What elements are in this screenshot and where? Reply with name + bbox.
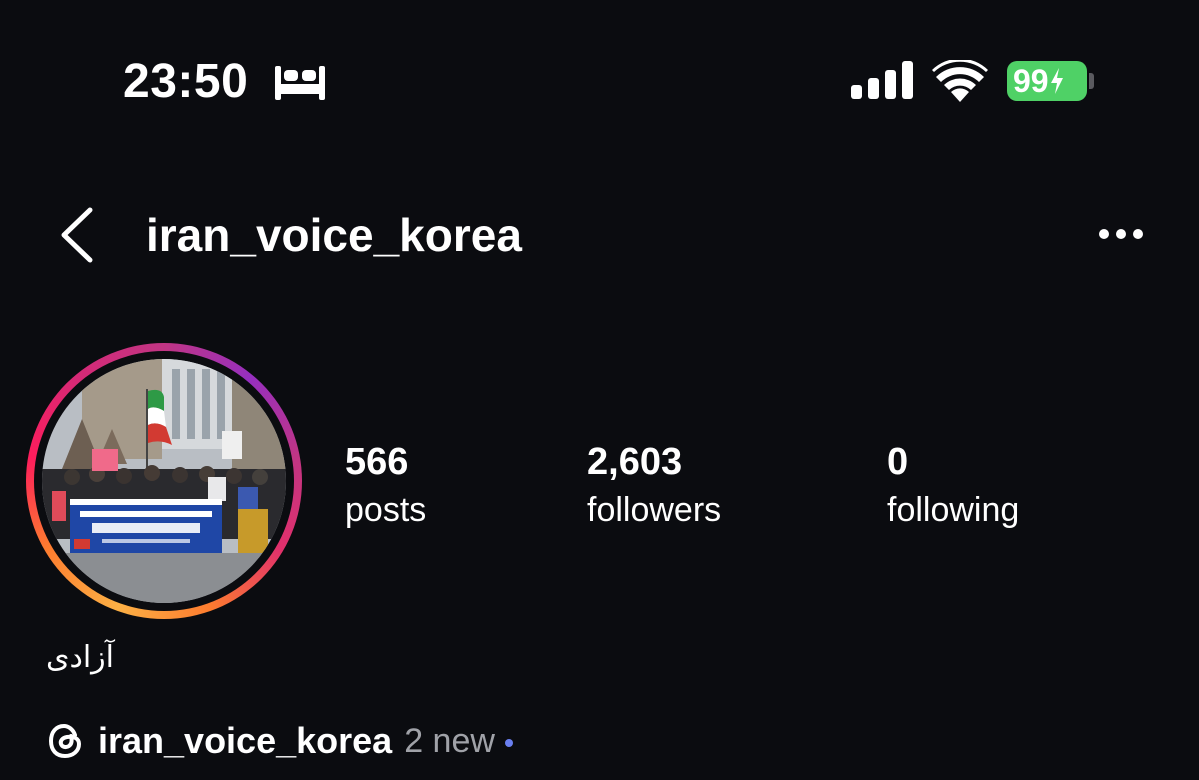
- battery-cap: [1089, 73, 1094, 89]
- avatar-story-ring[interactable]: [26, 343, 302, 619]
- profile-screen: 23:50 99 iran_voice_korea 566 posts 2,60…: [0, 0, 1199, 780]
- chevron-left-icon[interactable]: [58, 206, 96, 264]
- threads-handle: iran_voice_korea: [98, 720, 393, 761]
- ellipsis-icon[interactable]: [1098, 227, 1144, 241]
- battery-level: 99: [1013, 63, 1049, 99]
- threads-badge[interactable]: iran_voice_korea 2 new: [46, 716, 513, 766]
- avatar-photo-image: [42, 359, 286, 603]
- posts-stat[interactable]: 566 posts: [345, 440, 426, 532]
- posts-count: 566: [345, 441, 409, 483]
- following-count: 0: [887, 441, 909, 483]
- bed-icon: [275, 66, 325, 100]
- new-indicator-dot: [504, 739, 513, 747]
- cellular-signal-icon: [851, 61, 913, 99]
- profile-display-name: آزادی: [46, 641, 114, 674]
- status-time: 23:50: [123, 55, 249, 108]
- threads-new-count: 2 new: [404, 722, 495, 760]
- charging-bolt-icon: [1050, 68, 1063, 94]
- posts-label: posts: [345, 491, 427, 529]
- following-stat[interactable]: 0 following: [887, 440, 1019, 532]
- followers-stat[interactable]: 2,603 followers: [587, 440, 721, 532]
- avatar[interactable]: [42, 359, 286, 603]
- battery-indicator: 99: [1007, 61, 1087, 101]
- following-label: following: [887, 491, 1020, 529]
- page-title: iran_voice_korea: [146, 209, 522, 261]
- wifi-icon: [932, 60, 988, 102]
- followers-count: 2,603: [587, 441, 683, 483]
- followers-label: followers: [587, 491, 722, 529]
- threads-icon: [48, 723, 82, 759]
